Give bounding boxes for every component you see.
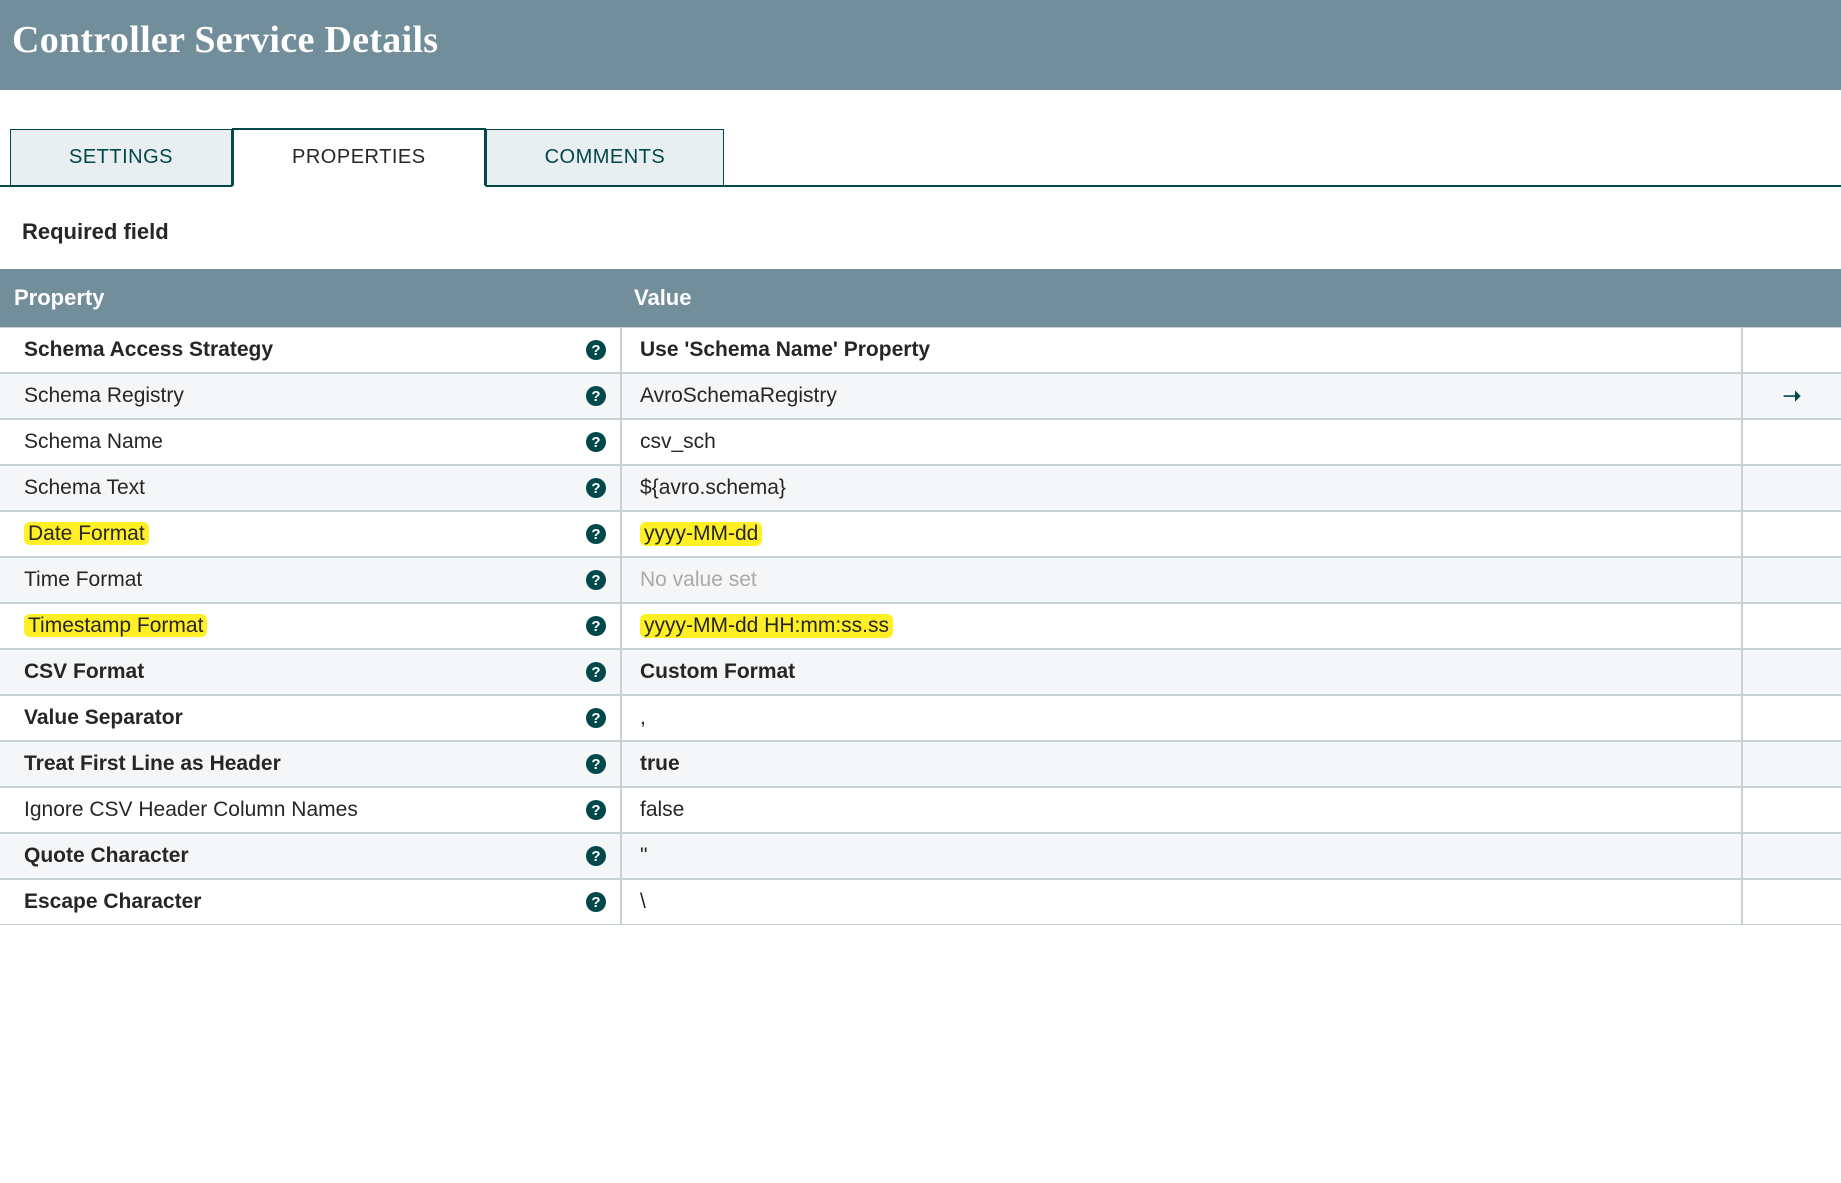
- property-action-cell: [1741, 604, 1841, 648]
- property-action-cell: [1741, 834, 1841, 878]
- column-header-actions: [1741, 269, 1841, 327]
- help-icon[interactable]: ?: [586, 662, 606, 682]
- help-icon[interactable]: ?: [586, 524, 606, 544]
- property-action-cell: [1741, 558, 1841, 602]
- table-row[interactable]: Escape Character?\: [0, 879, 1841, 925]
- property-name-cell: Schema Name?: [0, 420, 620, 464]
- tab-comments[interactable]: COMMENTS: [486, 129, 725, 185]
- property-value-cell[interactable]: No value set: [620, 558, 1741, 602]
- property-name-cell: Schema Text?: [0, 466, 620, 510]
- help-icon[interactable]: ?: [586, 616, 606, 636]
- property-label: Date Format: [24, 522, 149, 546]
- property-value-cell[interactable]: yyyy-MM-dd HH:mm:ss.ss: [620, 604, 1741, 648]
- page-title: Controller Service Details: [12, 18, 1829, 62]
- help-icon[interactable]: ?: [586, 432, 606, 452]
- property-name-cell: Treat First Line as Header?: [0, 742, 620, 786]
- property-value-cell[interactable]: false: [620, 788, 1741, 832]
- property-label: Treat First Line as Header: [24, 752, 281, 776]
- required-field-label: Required field: [0, 187, 1841, 269]
- property-action-cell: [1741, 512, 1841, 556]
- goto-icon[interactable]: ➝: [1783, 383, 1801, 409]
- property-label: CSV Format: [24, 660, 144, 684]
- property-action-cell: [1741, 742, 1841, 786]
- property-action-cell: [1741, 696, 1841, 740]
- property-name-cell: Quote Character?: [0, 834, 620, 878]
- table-row[interactable]: Schema Name?csv_sch: [0, 419, 1841, 465]
- table-row[interactable]: CSV Format?Custom Format: [0, 649, 1841, 695]
- property-value-cell[interactable]: Custom Format: [620, 650, 1741, 694]
- table-row[interactable]: Schema Access Strategy?Use 'Schema Name'…: [0, 327, 1841, 373]
- tab-properties[interactable]: PROPERTIES: [232, 128, 486, 187]
- table-row[interactable]: Schema Text?${avro.schema}: [0, 465, 1841, 511]
- property-action-cell: [1741, 880, 1841, 924]
- property-name-cell: Date Format?: [0, 512, 620, 556]
- property-label: Time Format: [24, 568, 142, 592]
- property-action-cell: ➝: [1741, 374, 1841, 418]
- property-action-cell: [1741, 466, 1841, 510]
- property-label: Escape Character: [24, 890, 201, 914]
- property-name-cell: Timestamp Format?: [0, 604, 620, 648]
- property-label: Value Separator: [24, 706, 183, 730]
- property-label: Schema Name: [24, 430, 163, 454]
- property-value-cell[interactable]: csv_sch: [620, 420, 1741, 464]
- property-name-cell: Schema Registry?: [0, 374, 620, 418]
- help-icon[interactable]: ?: [586, 708, 606, 728]
- properties-table: Property Value Schema Access Strategy?Us…: [0, 269, 1841, 925]
- help-icon[interactable]: ?: [586, 892, 606, 912]
- table-row[interactable]: Quote Character?": [0, 833, 1841, 879]
- table-row[interactable]: Value Separator?,: [0, 695, 1841, 741]
- property-label: Timestamp Format: [24, 614, 207, 638]
- tab-settings[interactable]: SETTINGS: [10, 129, 232, 185]
- table-header-row: Property Value: [0, 269, 1841, 327]
- property-value-cell[interactable]: AvroSchemaRegistry: [620, 374, 1741, 418]
- table-row[interactable]: Timestamp Format?yyyy-MM-dd HH:mm:ss.ss: [0, 603, 1841, 649]
- property-action-cell: [1741, 650, 1841, 694]
- property-name-cell: Time Format?: [0, 558, 620, 602]
- help-icon[interactable]: ?: [586, 478, 606, 498]
- property-value-cell[interactable]: ,: [620, 696, 1741, 740]
- tab-bar: SETTINGS PROPERTIES COMMENTS: [0, 128, 1841, 187]
- help-icon[interactable]: ?: [586, 800, 606, 820]
- property-label: Schema Registry: [24, 384, 184, 408]
- property-name-cell: CSV Format?: [0, 650, 620, 694]
- property-value-cell[interactable]: ${avro.schema}: [620, 466, 1741, 510]
- property-label: Schema Text: [24, 476, 145, 500]
- help-icon[interactable]: ?: [586, 386, 606, 406]
- column-header-value: Value: [620, 269, 1741, 327]
- property-value-cell[interactable]: Use 'Schema Name' Property: [620, 328, 1741, 372]
- dialog-header: Controller Service Details: [0, 0, 1841, 90]
- table-row[interactable]: Schema Registry?AvroSchemaRegistry➝: [0, 373, 1841, 419]
- property-label: Schema Access Strategy: [24, 338, 273, 362]
- property-label: Quote Character: [24, 844, 189, 868]
- property-name-cell: Escape Character?: [0, 880, 620, 924]
- table-row[interactable]: Time Format?No value set: [0, 557, 1841, 603]
- property-action-cell: [1741, 420, 1841, 464]
- property-value-cell[interactable]: ": [620, 834, 1741, 878]
- column-header-property: Property: [0, 269, 620, 327]
- table-row[interactable]: Ignore CSV Header Column Names?false: [0, 787, 1841, 833]
- property-action-cell: [1741, 788, 1841, 832]
- property-value-cell[interactable]: \: [620, 880, 1741, 924]
- table-row[interactable]: Date Format?yyyy-MM-dd: [0, 511, 1841, 557]
- help-icon[interactable]: ?: [586, 340, 606, 360]
- help-icon[interactable]: ?: [586, 846, 606, 866]
- property-value-cell[interactable]: true: [620, 742, 1741, 786]
- property-label: Ignore CSV Header Column Names: [24, 798, 358, 822]
- property-name-cell: Ignore CSV Header Column Names?: [0, 788, 620, 832]
- property-name-cell: Schema Access Strategy?: [0, 328, 620, 372]
- property-action-cell: [1741, 328, 1841, 372]
- property-value-cell[interactable]: yyyy-MM-dd: [620, 512, 1741, 556]
- table-row[interactable]: Treat First Line as Header?true: [0, 741, 1841, 787]
- property-name-cell: Value Separator?: [0, 696, 620, 740]
- help-icon[interactable]: ?: [586, 570, 606, 590]
- help-icon[interactable]: ?: [586, 754, 606, 774]
